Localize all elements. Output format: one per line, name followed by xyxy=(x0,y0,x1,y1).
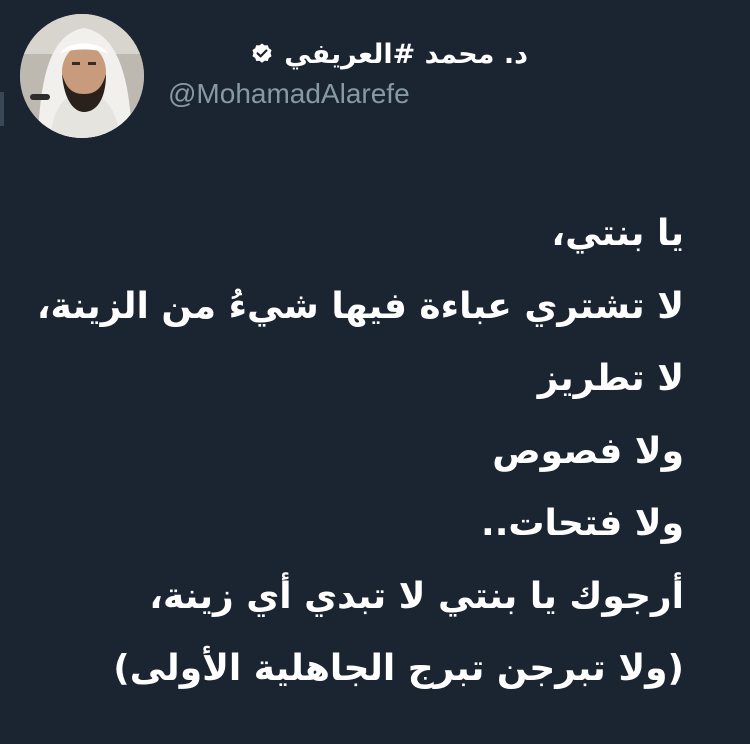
avatar[interactable] xyxy=(20,14,144,138)
tweet-text: يا بنتي، لا تشتري عباءة فيها شيءُ من الز… xyxy=(36,198,684,706)
tweet-line: ولا فتحات.. xyxy=(481,503,684,544)
tweet-line: يا بنتي، xyxy=(551,213,684,254)
username[interactable]: @MohamadAlarefe xyxy=(168,78,410,110)
tweet-line: ولا فصوص xyxy=(492,430,684,472)
verified-badge-icon xyxy=(250,42,274,66)
tweet-line: لا تطريز xyxy=(537,358,684,399)
avatar-portrait xyxy=(20,14,144,138)
display-name[interactable]: د. محمد #العريفي xyxy=(284,39,528,70)
tweet-line: (ولا تبرجن تبرج الجاهلية الأولى) xyxy=(113,648,684,689)
window-edge-marker xyxy=(0,92,4,126)
tweet-line: لا تشتري عباءة فيها شيءُ من الزينة، xyxy=(36,285,684,327)
tweet-author-header: د. محمد #العريفي @MohamadAlarefe xyxy=(168,34,528,114)
tweet-line: أرجوك يا بنتي لا تبدي أي زينة، xyxy=(149,575,684,617)
display-name-row: د. محمد #العريفي xyxy=(250,34,528,74)
